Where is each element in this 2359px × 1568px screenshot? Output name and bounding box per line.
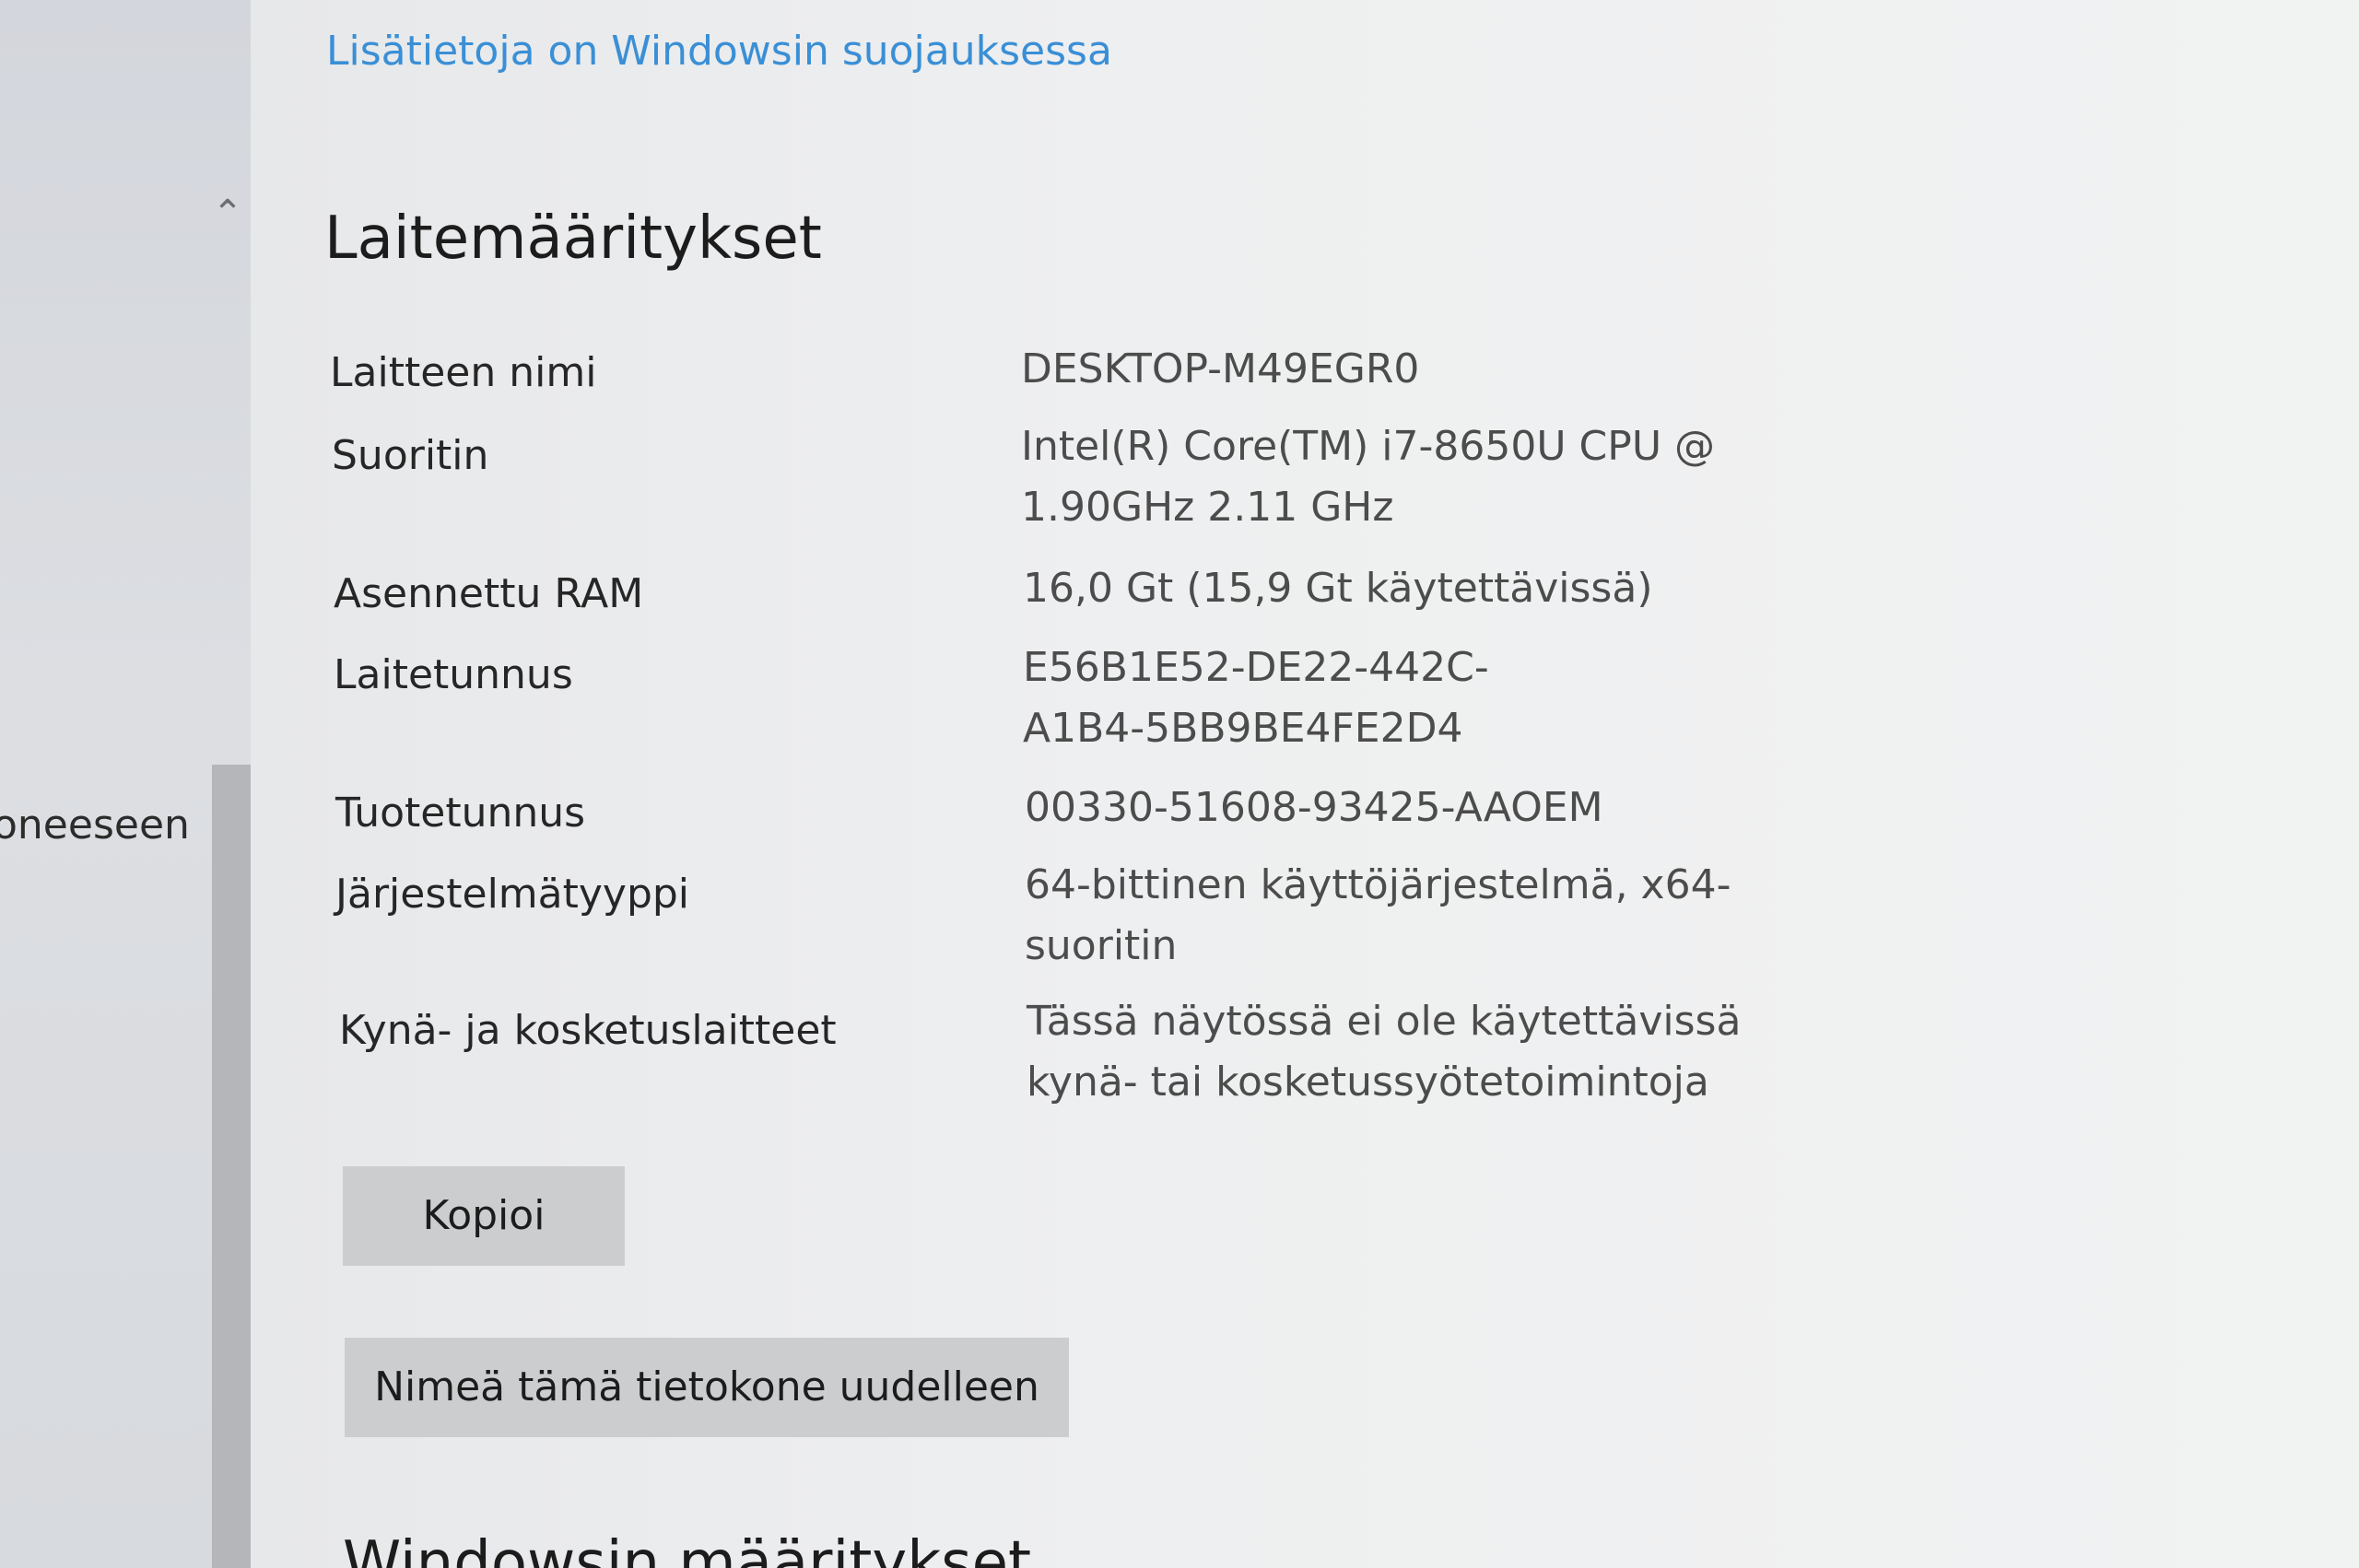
section-title-device-specs: Laitemääritykset xyxy=(324,205,822,273)
scroll-up-chevron-icon[interactable]: ⌃ xyxy=(207,193,248,234)
section-title-windows-specs: Windowsin määritykset xyxy=(343,1529,1032,1568)
spec-value: DESKTOP-M49EGR0 xyxy=(1021,345,1420,392)
windows-security-link[interactable]: Lisätietoja on Windowsin suojauksessa xyxy=(326,28,1112,75)
spec-label: Tuotetunnus xyxy=(335,790,586,837)
navigation-pane: oneeseen ⌃ xyxy=(0,0,260,1568)
rename-pc-button[interactable]: Nimeä tämä tietokone uudelleen xyxy=(345,1338,1069,1437)
spec-label: Kynä- ja kosketuslaitteet xyxy=(339,1007,837,1054)
spec-value: 16,0 Gt (15,9 Gt käytettävissä) xyxy=(1023,565,1653,612)
content-pane: Lisätietoja on Windowsin suojauksessa La… xyxy=(251,0,2359,1568)
spec-label: Asennettu RAM xyxy=(334,570,644,617)
spec-label: Suoritin xyxy=(332,432,489,479)
copy-button[interactable]: Kopioi xyxy=(343,1166,625,1266)
spec-value: Intel(R) Core(TM) i7-8650U CPU @ 1.90GHz… xyxy=(1021,423,1716,531)
spec-value: 64-bittinen käyttöjärjestelmä, x64-suori… xyxy=(1025,861,1731,969)
spec-label: Laitteen nimi xyxy=(330,349,597,396)
spec-label: Laitetunnus xyxy=(334,651,573,698)
spec-value: Tässä näytössä ei ole käytettävissä kynä… xyxy=(1027,998,1742,1106)
nav-item-partial[interactable]: oneeseen xyxy=(0,802,190,848)
spec-value: 00330-51608-93425-AAOEM xyxy=(1025,784,1603,831)
spec-label: Järjestelmätyyppi xyxy=(335,871,690,918)
spec-value: E56B1E52-DE22-442C-A1B4-5BB9BE4FE2D4 xyxy=(1023,644,1489,752)
